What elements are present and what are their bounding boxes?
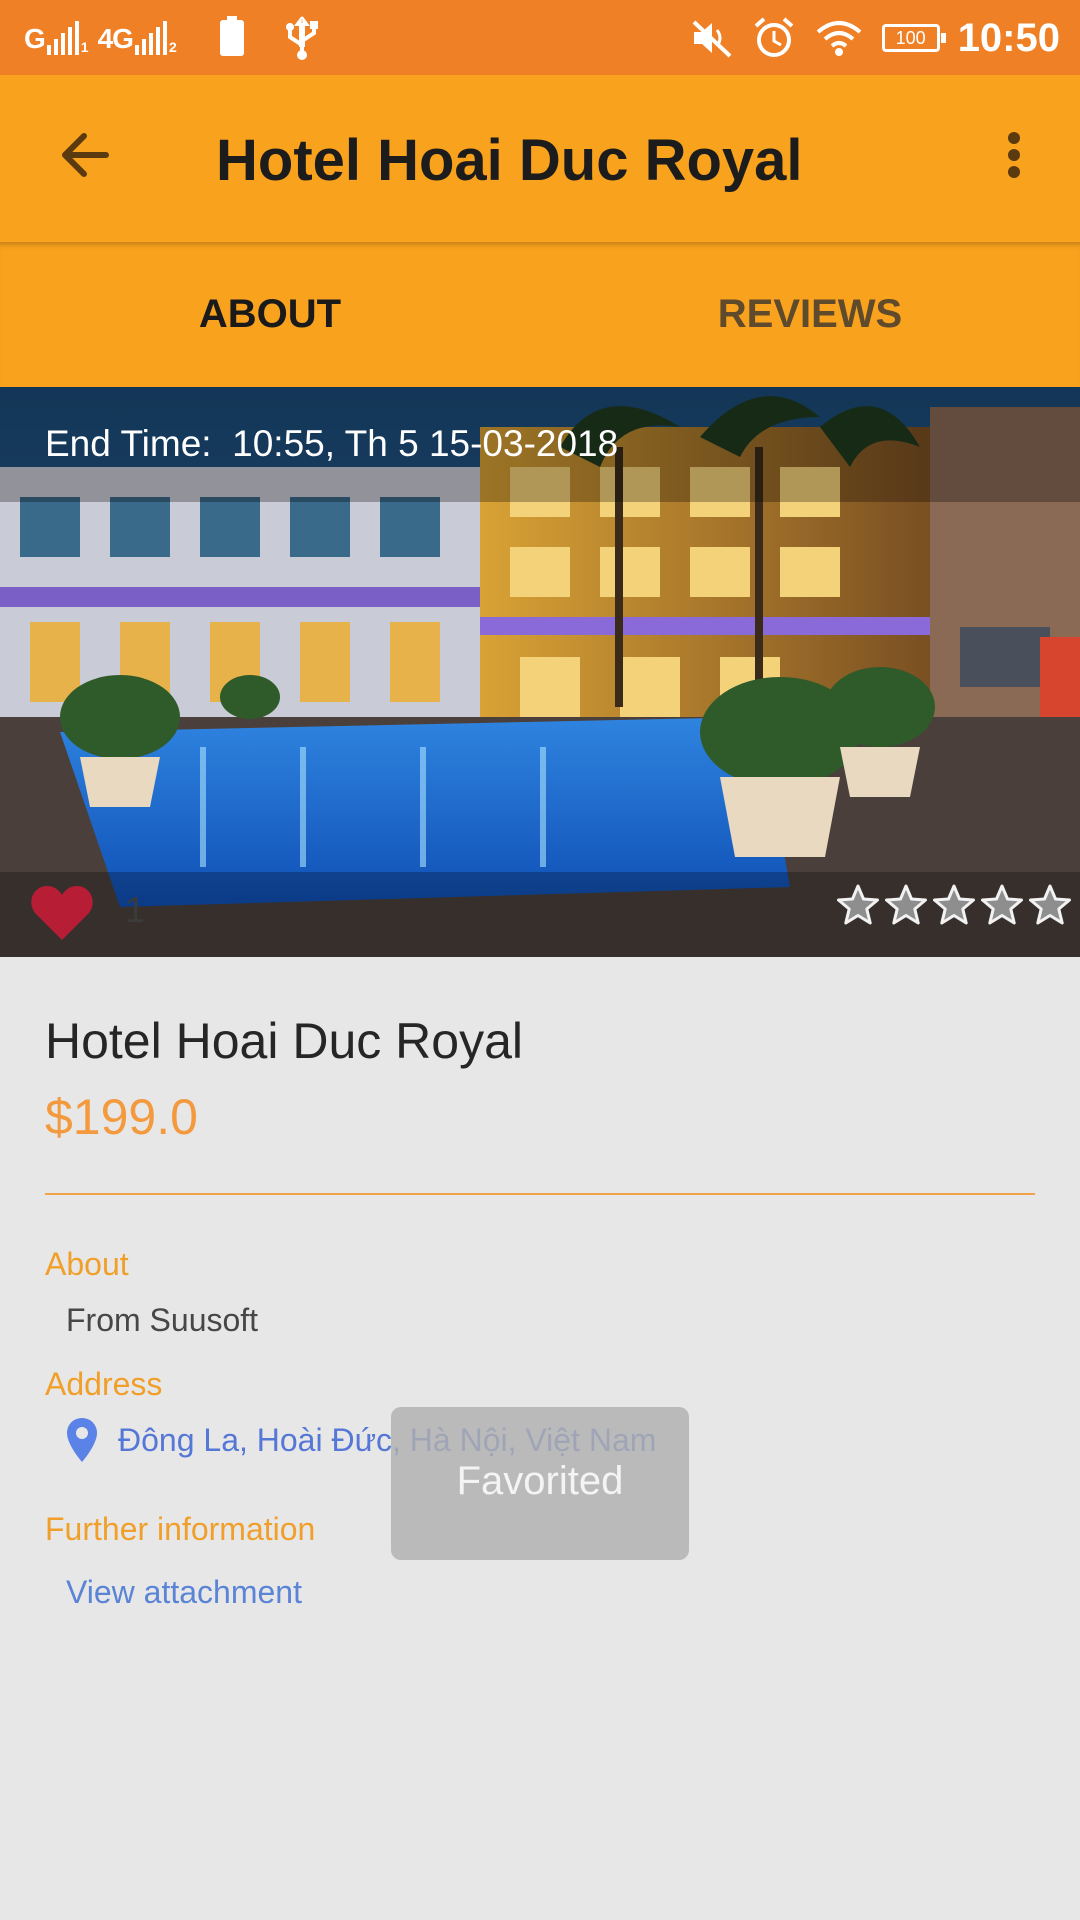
app-bar-title: Hotel Hoai Duc Royal	[216, 128, 803, 193]
toast: Favorited	[391, 1407, 689, 1560]
sim2-network-label: 4G	[97, 23, 134, 54]
tab-about[interactable]: ABOUT	[0, 242, 540, 387]
tab-bar: ABOUT REVIEWS	[0, 242, 1080, 387]
status-right-group: 100 10:50	[690, 10, 1060, 66]
battery-level: 100	[895, 28, 926, 48]
hotel-price: $199.0	[45, 1089, 198, 1145]
arrow-left-icon	[62, 133, 109, 177]
star-icon[interactable]	[836, 883, 880, 927]
location-pin-icon	[67, 1418, 97, 1462]
about-text: From Suusoft	[66, 1302, 259, 1338]
status-left-group: G 1 4G 2	[24, 16, 322, 60]
sim1-signal: G 1	[24, 21, 89, 55]
alarm-icon	[754, 17, 794, 57]
star-icon[interactable]	[884, 883, 928, 927]
star-icon[interactable]	[980, 883, 1024, 927]
more-options-button[interactable]	[980, 120, 1050, 190]
sim2-signal-bars-icon	[134, 21, 167, 55]
toast-text: Favorited	[456, 1459, 624, 1503]
hotel-name: Hotel Hoai Duc Royal	[45, 1013, 523, 1069]
sim1-index: 1	[80, 39, 89, 55]
back-button[interactable]	[50, 120, 120, 190]
star-icon[interactable]	[1028, 883, 1072, 927]
heart-icon[interactable]	[30, 884, 94, 944]
status-bar: G 1 4G 2 100 10:50	[0, 0, 1080, 75]
status-clock: 10:50	[957, 15, 1060, 60]
sim1-signal-bars-icon	[46, 21, 79, 55]
like-count: 1	[125, 889, 146, 930]
address-label: Address	[45, 1366, 163, 1402]
end-time-label: End Time:	[45, 423, 212, 464]
further-info-label: Further information	[45, 1511, 316, 1547]
mute-icon	[692, 20, 732, 58]
sim1-network-label: G	[24, 23, 46, 54]
tab-reviews[interactable]: REVIEWS	[540, 242, 1080, 387]
end-time: End Time: 10:55, Th 5 15-03-2018	[45, 423, 618, 465]
sim2-index: 2	[168, 39, 177, 55]
about-label: About	[45, 1246, 129, 1282]
end-time-bar: End Time: 10:55, Th 5 15-03-2018	[0, 387, 1080, 502]
view-attachment-link[interactable]: View attachment	[66, 1574, 302, 1611]
divider	[45, 1193, 1035, 1195]
sim2-signal: 4G 2	[97, 21, 177, 55]
battery-saver-icon	[219, 16, 244, 56]
rating-stars[interactable]	[836, 883, 1072, 927]
battery-icon: 100	[881, 24, 946, 52]
usb-icon	[285, 16, 318, 60]
star-icon[interactable]	[932, 883, 976, 927]
wifi-icon	[816, 21, 861, 56]
hotel-hero: End Time: 10:55, Th 5 15-03-2018 1	[0, 387, 1080, 957]
end-time-value: 10:55, Th 5 15-03-2018	[232, 423, 619, 464]
app-bar: Hotel Hoai Duc Royal	[0, 75, 1080, 242]
